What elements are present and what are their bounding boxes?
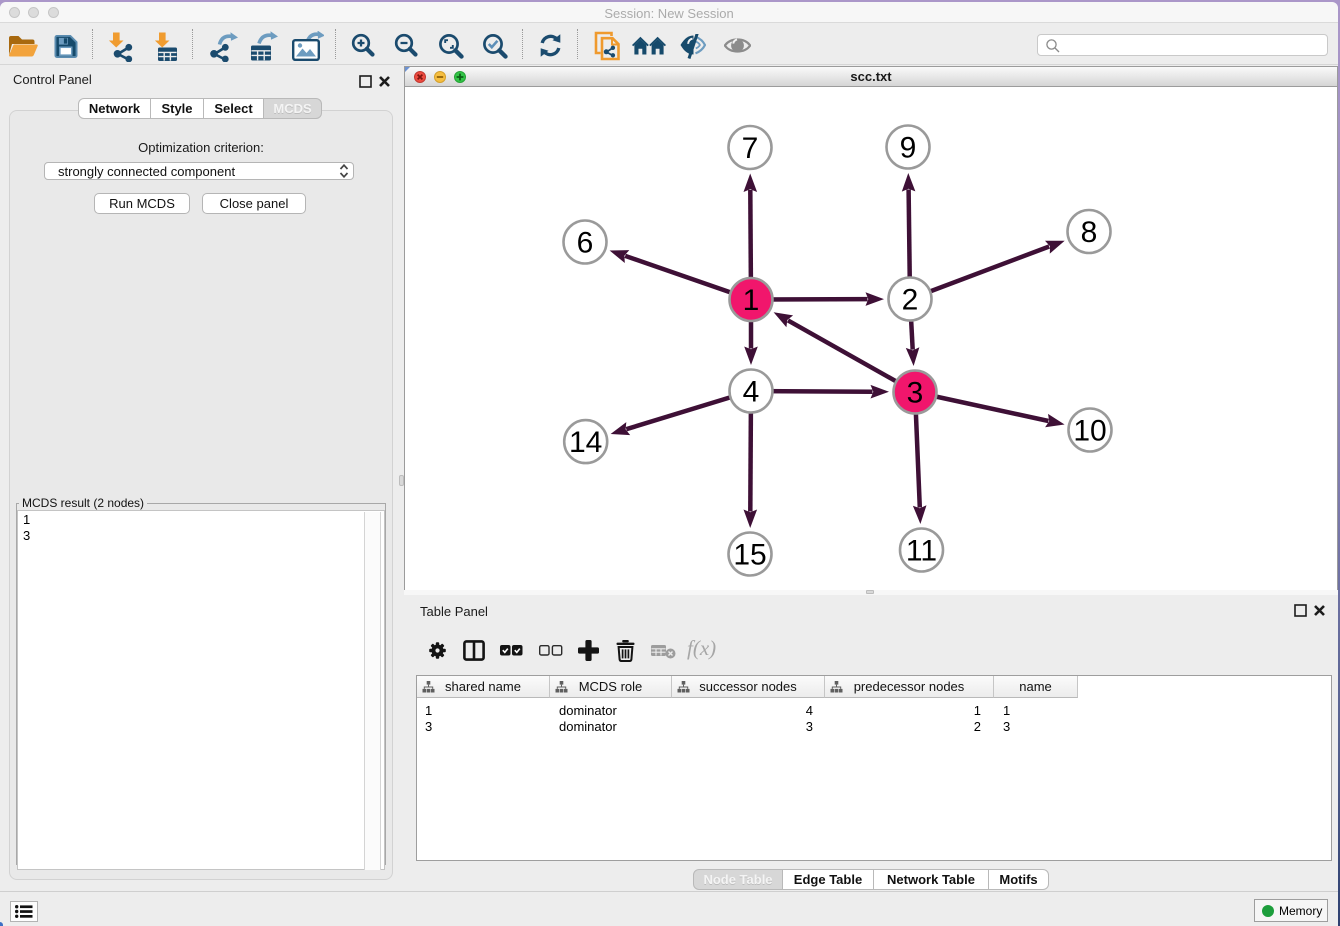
svg-text:7: 7 [742, 132, 759, 165]
svg-text:2: 2 [902, 284, 919, 317]
svg-text:9: 9 [900, 132, 917, 165]
svg-text:10: 10 [1073, 415, 1106, 448]
svg-text:3: 3 [907, 377, 924, 410]
svg-text:14: 14 [569, 426, 602, 459]
svg-text:8: 8 [1081, 216, 1098, 249]
svg-text:15: 15 [733, 539, 766, 572]
svg-text:6: 6 [577, 227, 594, 260]
svg-text:1: 1 [743, 284, 760, 317]
svg-text:4: 4 [743, 376, 760, 409]
svg-text:11: 11 [906, 535, 937, 568]
